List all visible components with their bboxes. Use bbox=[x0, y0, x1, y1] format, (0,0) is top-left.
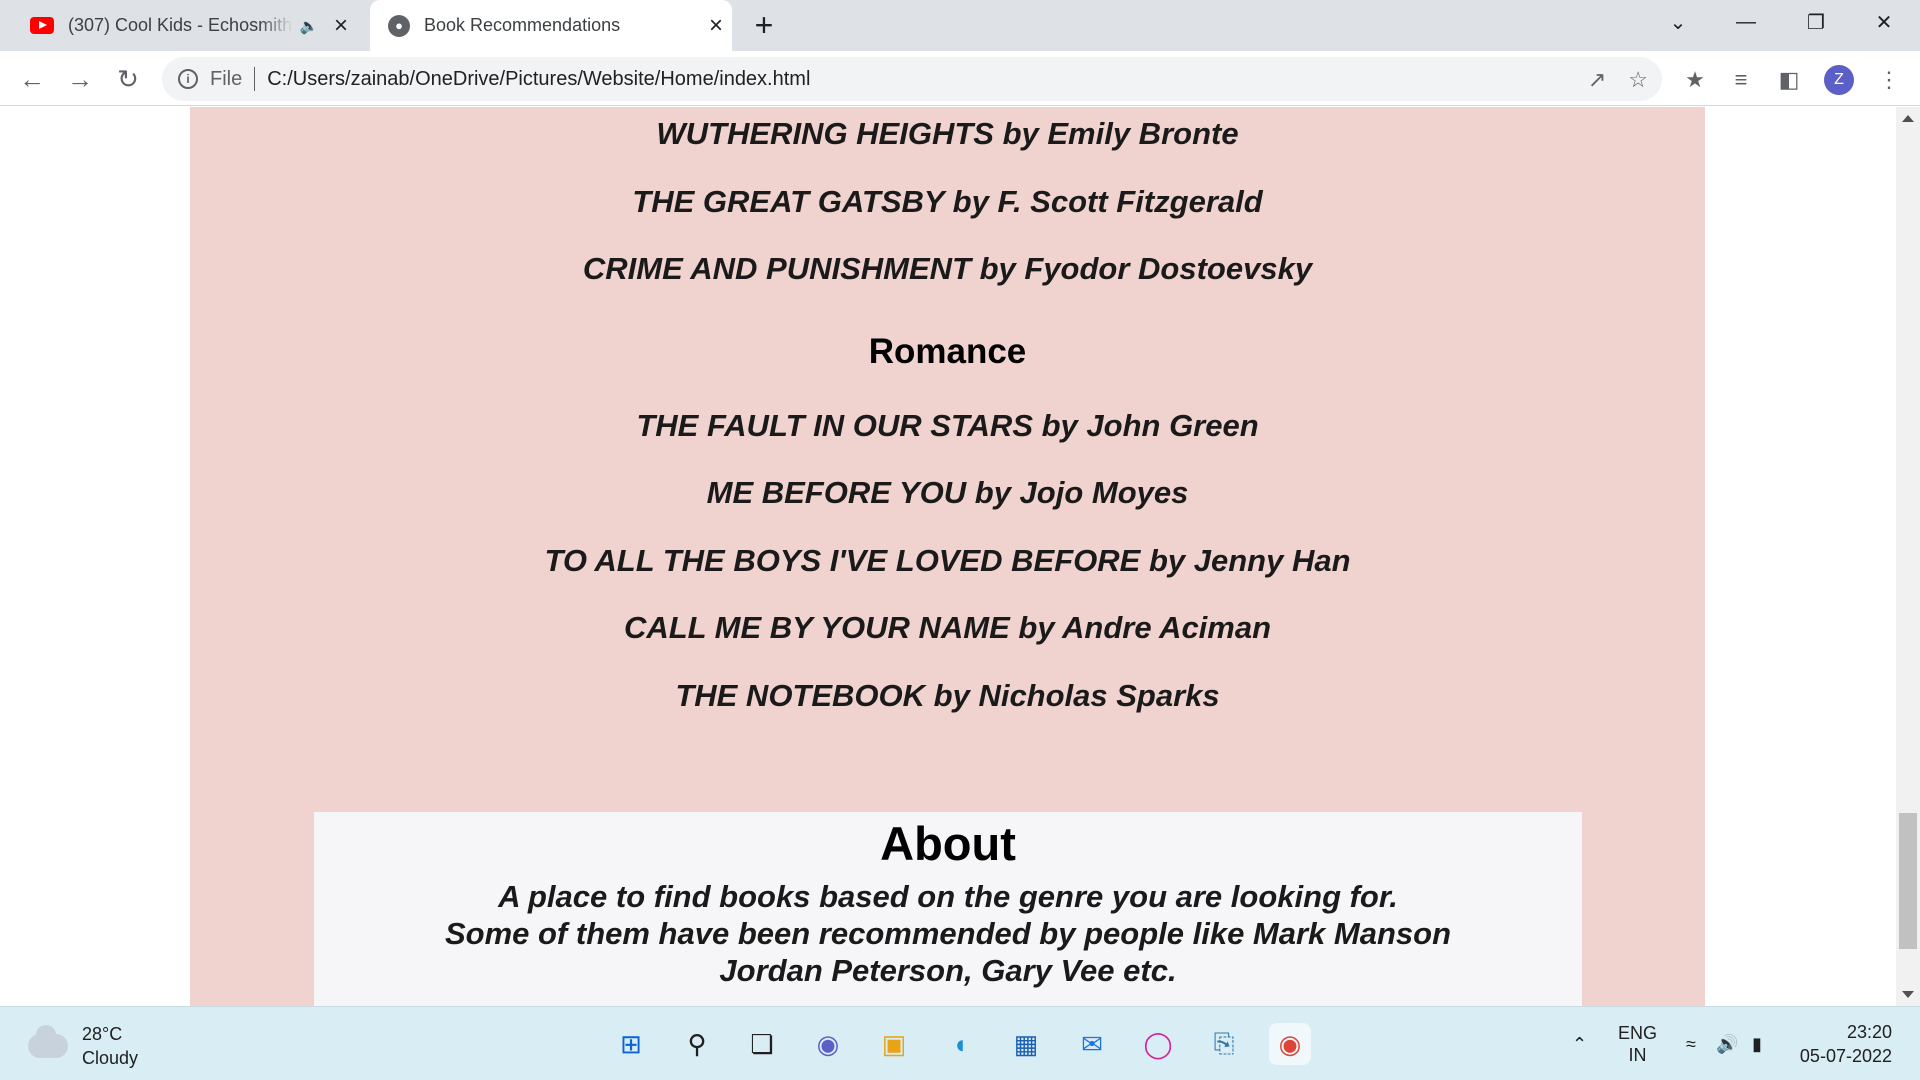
chat-icon[interactable]: ◉ bbox=[807, 1023, 849, 1065]
task-view-icon[interactable]: ❏ bbox=[741, 1023, 783, 1065]
wifi-icon[interactable]: ≈ bbox=[1686, 1007, 1696, 1080]
tab-youtube[interactable]: (307) Cool Kids - Echosmith ( 🔈 × bbox=[14, 0, 370, 51]
file-explorer-icon[interactable]: ▣ bbox=[873, 1023, 915, 1065]
book-item: THE FAULT IN OUR STARS by John Green bbox=[636, 408, 1259, 443]
book-item: THE NOTEBOOK by Nicholas Sparks bbox=[675, 678, 1220, 713]
book-item: ME BEFORE YOU by Jojo Moyes bbox=[706, 475, 1189, 510]
reload-icon[interactable]: ↻ bbox=[110, 61, 146, 97]
tab-title: (307) Cool Kids - Echosmith ( bbox=[68, 15, 293, 35]
kebab-menu-icon[interactable]: ⋮ bbox=[1874, 65, 1904, 95]
extensions-puzzle-icon[interactable]: ★ bbox=[1680, 65, 1710, 95]
tab-strip: (307) Cool Kids - Echosmith ( 🔈 × ● Book… bbox=[0, 0, 1920, 51]
address-bar[interactable]: i File C:/Users/zainab/OneDrive/Pictures… bbox=[162, 57, 1662, 101]
volume-icon[interactable]: 🔊 bbox=[1716, 1007, 1738, 1080]
clock-date: 05-07-2022 bbox=[1799, 1046, 1892, 1066]
window-close-button[interactable]: ✕ bbox=[1852, 0, 1916, 44]
clock-time: 23:20 bbox=[1846, 1022, 1892, 1042]
tab-title: Book Recommendations bbox=[424, 15, 621, 35]
store-icon[interactable]: ▦ bbox=[1005, 1023, 1047, 1065]
tray-overflow-chevron-icon[interactable]: ⌃ bbox=[1572, 1007, 1587, 1080]
divider bbox=[254, 67, 256, 91]
forward-arrow-icon[interactable]: → bbox=[62, 61, 98, 97]
weather-temp: 28°C bbox=[82, 1024, 123, 1044]
instagram-icon[interactable]: ◯ bbox=[1137, 1023, 1179, 1065]
book-item: CALL ME BY YOUR NAME by Andre Aciman bbox=[623, 610, 1272, 645]
youtube-icon bbox=[30, 17, 54, 34]
globe-icon: ● bbox=[388, 14, 410, 37]
language-line: IN bbox=[1628, 1045, 1647, 1065]
new-tab-button[interactable]: + bbox=[748, 9, 780, 42]
language-indicator[interactable]: ENG IN bbox=[1618, 1007, 1657, 1080]
about-heading: About bbox=[880, 817, 1016, 870]
edge-icon[interactable]: ◖ bbox=[939, 1023, 981, 1065]
book-item: WUTHERING HEIGHTS by Emily Bronte bbox=[656, 116, 1239, 151]
cloud-icon bbox=[28, 1025, 68, 1058]
clock[interactable]: 23:20 05-07-2022 bbox=[1798, 1007, 1892, 1080]
bookmark-star-icon[interactable]: ☆ bbox=[1628, 67, 1648, 93]
battery-icon[interactable]: ▮ bbox=[1752, 1007, 1762, 1080]
scrollbar-thumb[interactable] bbox=[1899, 813, 1917, 949]
about-line: A place to find books based on the genre… bbox=[498, 879, 1398, 914]
chrome-icon[interactable]: ◉ bbox=[1269, 1023, 1311, 1065]
restore-button[interactable]: ❐ bbox=[1784, 0, 1848, 44]
info-icon[interactable]: i bbox=[178, 69, 198, 89]
profile-avatar[interactable]: Z bbox=[1824, 65, 1854, 95]
tab-search-chevron-icon[interactable]: ⌄ bbox=[1646, 0, 1710, 44]
about-line: Jordan Peterson, Gary Vee etc. bbox=[719, 953, 1177, 988]
url-text[interactable]: C:/Users/zainab/OneDrive/Pictures/Websit… bbox=[267, 68, 810, 91]
scroll-down-arrow-icon[interactable] bbox=[1902, 991, 1914, 998]
minimize-button[interactable]: — bbox=[1714, 0, 1778, 44]
weather-text: 28°C Cloudy bbox=[82, 1022, 138, 1070]
windows-start-icon[interactable]: ⊞ bbox=[610, 1023, 652, 1065]
close-icon[interactable]: × bbox=[329, 12, 353, 39]
scroll-up-arrow-icon[interactable] bbox=[1902, 115, 1914, 122]
media-queue-icon[interactable]: ≡ bbox=[1726, 65, 1756, 95]
scheme-label: File bbox=[210, 67, 243, 90]
search-icon[interactable]: ⚲ bbox=[676, 1023, 718, 1065]
mail-icon[interactable]: ✉ bbox=[1071, 1023, 1113, 1065]
about-section: About A place to find books based on the… bbox=[314, 812, 1582, 1006]
book-item: TO ALL THE BOYS I'VE LOVED BEFORE by Jen… bbox=[544, 543, 1351, 578]
about-text: A place to find books based on the genre… bbox=[314, 878, 1582, 989]
taskbar: 28°C Cloudy ⊞ ⚲ ❏ ◉ ▣ ◖ ▦ ✉ ◯ ⎘ ◉ ⌃ ENG … bbox=[0, 1006, 1920, 1080]
speaker-icon[interactable]: 🔈 bbox=[299, 17, 319, 35]
vertical-scrollbar[interactable] bbox=[1896, 107, 1920, 1006]
tab-book-recommendations[interactable]: ● Book Recommendations × bbox=[370, 0, 732, 51]
genre-heading-romance: Romance bbox=[868, 332, 1027, 371]
back-arrow-icon[interactable]: ← bbox=[14, 61, 50, 97]
language-line: ENG bbox=[1618, 1023, 1658, 1043]
close-icon[interactable]: × bbox=[704, 12, 728, 39]
about-line: Some of them have been recommended by pe… bbox=[444, 916, 1452, 951]
weather-condition: Cloudy bbox=[82, 1048, 139, 1068]
content-panel: WUTHERING HEIGHTS by Emily Bronte THE GR… bbox=[190, 107, 1705, 1006]
book-item: THE GREAT GATSBY by F. Scott Fitzgerald bbox=[632, 184, 1263, 219]
share-icon[interactable]: ↗ bbox=[1588, 67, 1606, 93]
side-panel-icon[interactable]: ◧ bbox=[1774, 65, 1804, 95]
python-file-icon[interactable]: ⎘ bbox=[1203, 1023, 1245, 1065]
book-item: CRIME AND PUNISHMENT by Fyodor Dostoevsk… bbox=[582, 251, 1313, 286]
browser-toolbar: ← → ↻ i File C:/Users/zainab/OneDrive/Pi… bbox=[0, 51, 1920, 106]
weather-widget[interactable]: 28°C Cloudy bbox=[28, 1022, 138, 1070]
page-viewport: WUTHERING HEIGHTS by Emily Bronte THE GR… bbox=[0, 107, 1896, 1006]
